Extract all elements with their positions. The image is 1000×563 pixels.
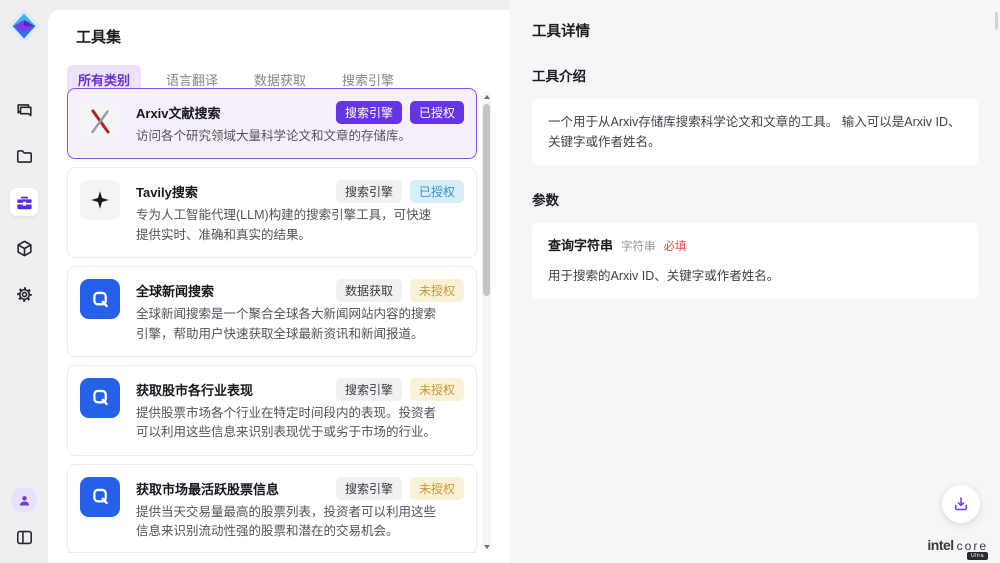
category-badge: 搜索引擎: [336, 477, 402, 500]
param-type: 字符串: [621, 238, 656, 256]
download-button download-icon[interactable]: [942, 485, 980, 523]
category-badge: 数据获取: [336, 279, 402, 302]
params-heading: 参数: [532, 189, 978, 209]
rail-item gear-icon[interactable]: [10, 280, 38, 308]
param-desc: 用于搜索的Arxiv ID、关键字或作者姓名。: [548, 266, 962, 286]
tool-description: 提供股票市场各个行业在特定时间段内的表现。投资者可以利用这些信息来识别表现优于或…: [136, 404, 438, 443]
intel-core-logo: intel core Ultra: [927, 537, 988, 553]
rail-items: [10, 96, 38, 308]
rail-item folder-icon[interactable]: [10, 142, 38, 170]
toolset-panel: 工具集 所有类别语言翻译数据获取搜索引擎 Arxiv文献搜索访问各个研究领域大量…: [48, 10, 510, 563]
details-title: 工具详情: [532, 20, 978, 41]
tool-card-3[interactable]: 获取股市各行业表现提供股票市场各个行业在特定时间段内的表现。投资者可以利用这些信…: [67, 365, 477, 456]
rail-item toolbox-icon[interactable]: [10, 188, 38, 216]
param-name: 查询字符串: [548, 236, 613, 257]
param-card: 查询字符串 字符串 必填 用于搜索的Arxiv ID、关键字或作者姓名。: [532, 223, 978, 299]
auth-status-badge: 未授权: [410, 378, 464, 401]
tool-details-panel: 工具详情 工具介绍 一个用于从Arxiv存储库搜索科学论文和文章的工具。 输入可…: [510, 0, 1000, 563]
list-scrollbar[interactable]: [482, 92, 491, 551]
auth-status-badge: 未授权: [410, 279, 464, 302]
tool-description: 全球新闻搜索是一个聚合全球各大新闻网站内容的搜索引擎，帮助用户快速获取全球最新资…: [136, 305, 438, 344]
category-badge: 搜索引擎: [336, 378, 402, 401]
intro-text: 一个用于从Arxiv存储库搜索科学论文和文章的工具。 输入可以是Arxiv ID…: [532, 99, 978, 165]
collapse-sidebar-button layout-icon[interactable]: [10, 523, 38, 551]
blue-search-icon: [80, 378, 120, 418]
tool-list: Arxiv文献搜索访问各个研究领域大量科学论文和文章的存储库。搜索引擎已授权Ta…: [67, 88, 477, 553]
intro-heading: 工具介绍: [532, 65, 978, 85]
auth-status-badge: 已授权: [410, 180, 464, 203]
user-avatar user-icon[interactable]: [11, 487, 37, 513]
tool-description: 访问各个研究领域大量科学论文和文章的存储库。: [136, 127, 438, 146]
auth-status-badge: 已授权: [410, 101, 464, 124]
toolset-title: 工具集: [48, 10, 510, 47]
star-icon: [80, 180, 120, 220]
tool-card-0[interactable]: Arxiv文献搜索访问各个研究领域大量科学论文和文章的存储库。搜索引擎已授权: [67, 88, 477, 159]
intel-ultra-chip: Ultra: [967, 552, 988, 560]
category-badge: 搜索引擎: [336, 101, 402, 124]
scrollbar-thumb[interactable]: [483, 104, 490, 296]
tool-description: 提供当天交易量最高的股票列表，投资者可以利用这些信息来识别流动性强的股票和潜在的…: [136, 503, 438, 542]
tool-card-2[interactable]: 全球新闻搜索全球新闻搜索是一个聚合全球各大新闻网站内容的搜索引擎，帮助用户快速获…: [67, 266, 477, 357]
category-badge: 搜索引擎: [336, 180, 402, 203]
right-panel-scrollbar[interactable]: [995, 12, 998, 30]
app-logo gem-icon: [6, 8, 42, 44]
scrollbar-down-arrow[interactable]: [482, 542, 491, 551]
scrollbar-up-arrow[interactable]: [482, 92, 491, 101]
icon-rail: [0, 0, 48, 563]
arxiv-icon: [80, 101, 120, 141]
blue-search-icon: [80, 477, 120, 517]
tool-card-1[interactable]: Tavily搜索专为人工智能代理(LLM)构建的搜索引擎工具，可快速提供实时、准…: [67, 167, 477, 258]
rail-item chat-icon[interactable]: [10, 96, 38, 124]
rail-item cube-icon[interactable]: [10, 234, 38, 262]
tool-card-4[interactable]: 获取市场最活跃股票信息提供当天交易量最高的股票列表，投资者可以利用这些信息来识别…: [67, 464, 477, 553]
tool-description: 专为人工智能代理(LLM)构建的搜索引擎工具，可快速提供实时、准确和真实的结果。: [136, 206, 438, 245]
param-required-badge: 必填: [664, 238, 687, 256]
blue-search-icon: [80, 279, 120, 319]
auth-status-badge: 未授权: [410, 477, 464, 500]
